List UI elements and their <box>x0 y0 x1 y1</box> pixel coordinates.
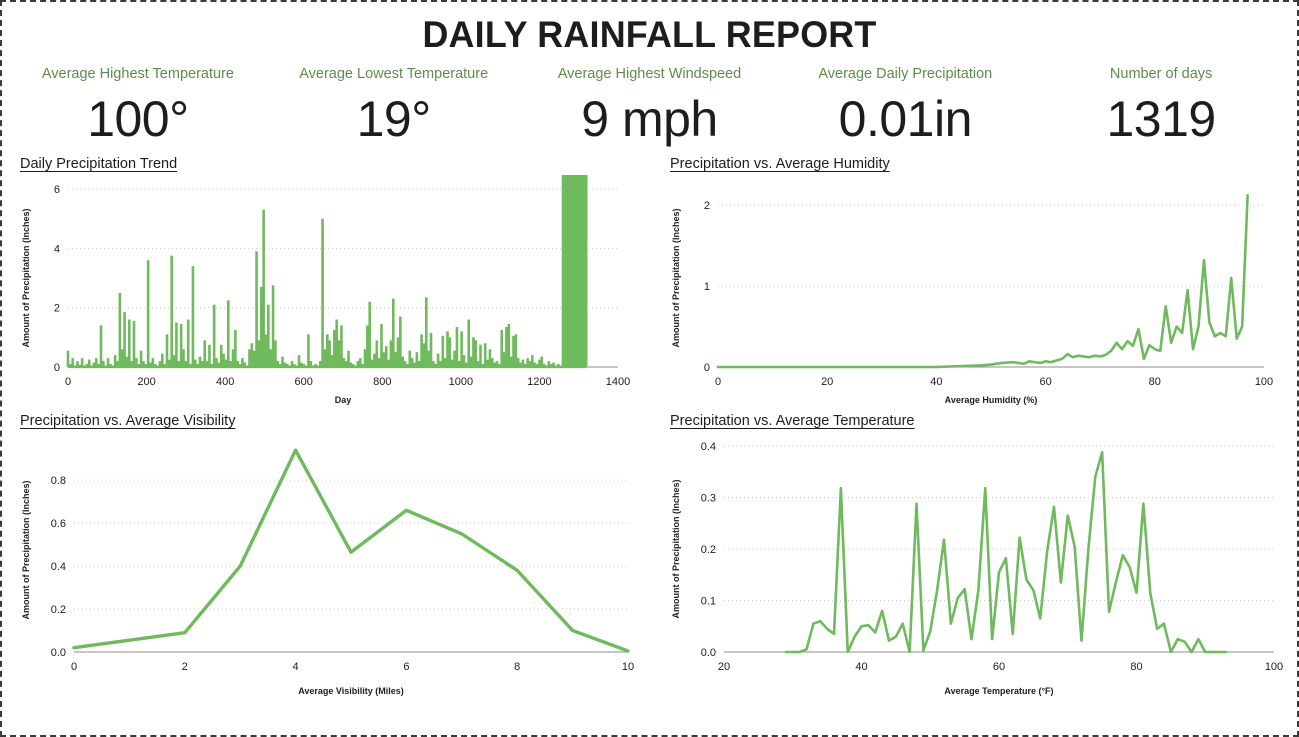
kpi-average-daily-precipitation: Average Daily Precipitation 0.01in <box>777 65 1033 149</box>
kpi-number-of-days: Number of days 1319 <box>1033 65 1289 149</box>
svg-text:0: 0 <box>715 376 721 388</box>
chart-canvas-precipitation-vs-average-temperature[interactable]: 0.0 0.1 0.2 0.3 0.4 20 40 60 80 100 Average Temper… <box>666 432 1294 698</box>
kpi-value: 100° <box>87 91 189 147</box>
svg-text:200: 200 <box>137 376 155 388</box>
svg-text:1: 1 <box>704 281 710 293</box>
svg-text:20: 20 <box>718 661 730 673</box>
page-title: DAILY RAINFALL REPORT <box>422 14 877 55</box>
svg-text:Amount of Precipitation (Inche: Amount of Precipitation (Inches) <box>21 480 31 619</box>
chart-precipitation-vs-average-visibility: Precipitation vs. Average Visibility 0.0… <box>2 412 652 704</box>
svg-text:0.0: 0.0 <box>51 647 66 659</box>
chart-canvas-daily-precipitation-trend[interactable]: 0 2 4 6 0 200 400 600 800 1000 1200 1400 Day Amount o… <box>16 175 646 407</box>
chart-precipitation-vs-average-temperature: Precipitation vs. Average Temperature 0.… <box>652 412 1297 704</box>
svg-text:40: 40 <box>855 661 867 673</box>
svg-text:Average Humidity (%): Average Humidity (%) <box>945 395 1038 405</box>
svg-text:0.6: 0.6 <box>51 518 66 530</box>
svg-text:0: 0 <box>54 362 60 374</box>
charts-grid: Daily Precipitation Trend 0 2 4 6 0 200 400 600… <box>2 155 1297 704</box>
svg-text:0: 0 <box>71 661 77 673</box>
chart-precipitation-vs-average-humidity: Precipitation vs. Average Humidity 01202… <box>652 155 1297 412</box>
svg-text:4: 4 <box>293 661 299 673</box>
kpi-row: Average Highest Temperature 100° Average… <box>2 65 1297 149</box>
svg-text:Average Temperature (°F): Average Temperature (°F) <box>944 686 1053 696</box>
svg-text:8: 8 <box>514 661 520 673</box>
svg-text:60: 60 <box>993 661 1005 673</box>
svg-text:80: 80 <box>1149 376 1161 388</box>
svg-text:Day: Day <box>335 395 352 405</box>
kpi-label: Average Lowest Temperature <box>299 66 489 82</box>
svg-text:0.4: 0.4 <box>701 441 716 453</box>
chart-title: Precipitation vs. Average Humidity <box>670 156 890 172</box>
svg-text:0.0: 0.0 <box>701 647 716 659</box>
svg-text:1200: 1200 <box>527 376 551 388</box>
svg-text:2: 2 <box>182 661 188 673</box>
svg-text:20: 20 <box>821 376 833 388</box>
kpi-value: 0.01in <box>838 91 973 147</box>
svg-text:60: 60 <box>1039 376 1051 388</box>
kpi-average-highest-windspeed: Average Highest Windspeed 9 mph <box>522 65 778 149</box>
kpi-value: 9 mph <box>581 91 718 147</box>
svg-text:0.3: 0.3 <box>701 493 716 505</box>
svg-text:6: 6 <box>403 661 409 673</box>
svg-text:400: 400 <box>216 376 234 388</box>
svg-text:1400: 1400 <box>606 376 630 388</box>
chart-canvas-precipitation-vs-average-humidity[interactable]: 0120 20 40 60 80 100Average Humidity (%)Amoun… <box>666 175 1294 407</box>
kpi-label: Average Highest Temperature <box>41 66 234 82</box>
svg-text:100: 100 <box>1265 661 1283 673</box>
kpi-label: Number of days <box>1109 66 1213 82</box>
kpi-average-lowest-temperature: Average Lowest Temperature 19° <box>266 65 522 149</box>
svg-text:Amount of Precipitation (Inche: Amount of Precipitation (Inches) <box>21 208 31 347</box>
kpi-value: 1319 <box>1106 91 1216 147</box>
chart-canvas-precipitation-vs-average-visibility[interactable]: 0.0 0.2 0.4 0.6 0.8 0 2 4 6 8 10 Average Visibility… <box>16 432 646 698</box>
kpi-value: 19° <box>356 91 432 147</box>
svg-text:800: 800 <box>373 376 391 388</box>
svg-text:40: 40 <box>930 376 942 388</box>
svg-text:0.8: 0.8 <box>51 475 66 487</box>
svg-text:0: 0 <box>65 376 71 388</box>
svg-text:4: 4 <box>54 243 60 255</box>
svg-text:0: 0 <box>704 362 710 374</box>
svg-text:2: 2 <box>704 200 710 212</box>
svg-text:2: 2 <box>54 303 60 315</box>
svg-text:Amount of Precipitation (Inche: Amount of Precipitation (Inches) <box>671 479 681 618</box>
svg-text:6: 6 <box>54 184 60 196</box>
chart-daily-precipitation-trend: Daily Precipitation Trend 0 2 4 6 0 200 400 600… <box>2 155 652 412</box>
chart-title: Precipitation vs. Average Temperature <box>670 413 915 429</box>
svg-text:0.2: 0.2 <box>51 604 66 616</box>
dashboard-root: DAILY RAINFALL REPORT Average Highest Te… <box>0 0 1299 737</box>
svg-text:0.4: 0.4 <box>51 561 66 573</box>
chart-title: Precipitation vs. Average Visibility <box>20 413 236 429</box>
svg-text:Amount of Precipitation (Inche: Amount of Precipitation (Inches) <box>671 208 681 347</box>
svg-text:Average Visibility (Miles): Average Visibility (Miles) <box>298 686 404 696</box>
kpi-label: Average Highest Windspeed <box>557 66 742 82</box>
svg-text:600: 600 <box>295 376 313 388</box>
svg-text:0.2: 0.2 <box>701 544 716 556</box>
svg-text:10: 10 <box>622 661 634 673</box>
kpi-label: Average Daily Precipitation <box>818 66 993 82</box>
chart-title: Daily Precipitation Trend <box>20 156 178 172</box>
svg-text:0.1: 0.1 <box>701 596 716 608</box>
svg-text:100: 100 <box>1255 376 1273 388</box>
svg-text:1000: 1000 <box>449 376 473 388</box>
svg-text:80: 80 <box>1130 661 1142 673</box>
kpi-average-highest-temperature: Average Highest Temperature 100° <box>10 65 266 149</box>
